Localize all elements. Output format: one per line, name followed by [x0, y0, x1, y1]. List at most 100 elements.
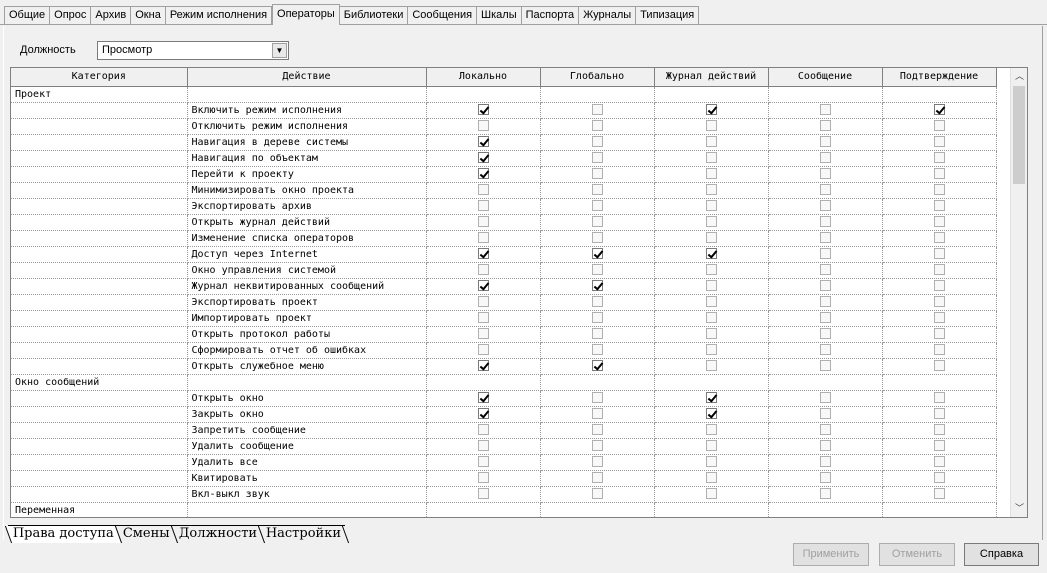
- checkbox-unchecked[interactable]: [477, 424, 489, 436]
- checkbox-unchecked[interactable]: [477, 488, 489, 500]
- checkbox-unchecked[interactable]: [933, 328, 945, 340]
- checkbox-unchecked[interactable]: [705, 312, 717, 324]
- checkbox-unchecked[interactable]: [933, 216, 945, 228]
- tab-4[interactable]: Режим исполнения: [165, 6, 273, 24]
- checkbox-unchecked[interactable]: [705, 120, 717, 132]
- bottom-tab-3[interactable]: Настройки: [257, 526, 350, 543]
- checkbox-unchecked[interactable]: [933, 184, 945, 196]
- checkbox-unchecked[interactable]: [477, 344, 489, 356]
- checkbox-unchecked[interactable]: [933, 168, 945, 180]
- tab-11[interactable]: Типизация: [636, 6, 700, 24]
- arrow-down-icon[interactable]: ﹀: [1011, 500, 1027, 517]
- checkbox-unchecked[interactable]: [933, 424, 945, 436]
- checkbox-unchecked[interactable]: [819, 408, 831, 420]
- tab-9[interactable]: Паспорта: [521, 6, 580, 24]
- help-button[interactable]: Справка: [964, 543, 1039, 566]
- checkbox-unchecked[interactable]: [591, 120, 603, 132]
- checkbox-unchecked[interactable]: [933, 232, 945, 244]
- checkbox-unchecked[interactable]: [591, 440, 603, 452]
- tab-0[interactable]: Общие: [4, 6, 51, 24]
- checkbox-unchecked[interactable]: [933, 456, 945, 468]
- checkbox-unchecked[interactable]: [819, 184, 831, 196]
- column-header[interactable]: Действие: [187, 68, 427, 87]
- checkbox-unchecked[interactable]: [705, 488, 717, 500]
- checkbox-unchecked[interactable]: [477, 312, 489, 324]
- checkbox-unchecked[interactable]: [705, 264, 717, 276]
- checkbox-unchecked[interactable]: [591, 392, 603, 404]
- checkbox-unchecked[interactable]: [819, 232, 831, 244]
- checkbox-unchecked[interactable]: [705, 456, 717, 468]
- checkbox-unchecked[interactable]: [591, 456, 603, 468]
- checkbox-unchecked[interactable]: [477, 184, 489, 196]
- checkbox-unchecked[interactable]: [819, 216, 831, 228]
- checkbox-unchecked[interactable]: [705, 424, 717, 436]
- checkbox-unchecked[interactable]: [819, 152, 831, 164]
- checkbox-checked[interactable]: [705, 104, 717, 116]
- checkbox-checked[interactable]: [705, 408, 717, 420]
- checkbox-unchecked[interactable]: [705, 152, 717, 164]
- chevron-down-icon[interactable]: ▼: [272, 43, 287, 58]
- checkbox-unchecked[interactable]: [819, 104, 831, 116]
- apply-button[interactable]: Применить: [793, 543, 869, 566]
- checkbox-unchecked[interactable]: [933, 152, 945, 164]
- arrow-up-icon[interactable]: ︿: [1011, 68, 1027, 85]
- checkbox-unchecked[interactable]: [819, 200, 831, 212]
- checkbox-unchecked[interactable]: [591, 472, 603, 484]
- role-select[interactable]: Просмотр ▼: [97, 41, 289, 60]
- checkbox-checked[interactable]: [477, 408, 489, 420]
- checkbox-unchecked[interactable]: [591, 328, 603, 340]
- tab-2[interactable]: Архив: [91, 6, 132, 24]
- checkbox-unchecked[interactable]: [933, 344, 945, 356]
- checkbox-unchecked[interactable]: [933, 136, 945, 148]
- tab-1[interactable]: Опрос: [50, 6, 92, 24]
- checkbox-checked[interactable]: [477, 360, 489, 372]
- checkbox-unchecked[interactable]: [819, 360, 831, 372]
- checkbox-checked[interactable]: [591, 248, 603, 260]
- vertical-scrollbar[interactable]: ︿ ﹀: [1010, 68, 1027, 517]
- checkbox-unchecked[interactable]: [705, 344, 717, 356]
- checkbox-unchecked[interactable]: [591, 216, 603, 228]
- column-header[interactable]: Журнал действий: [654, 68, 769, 87]
- checkbox-unchecked[interactable]: [933, 440, 945, 452]
- checkbox-unchecked[interactable]: [591, 104, 603, 116]
- checkbox-unchecked[interactable]: [933, 264, 945, 276]
- checkbox-unchecked[interactable]: [705, 200, 717, 212]
- checkbox-unchecked[interactable]: [819, 472, 831, 484]
- checkbox-unchecked[interactable]: [705, 280, 717, 292]
- checkbox-unchecked[interactable]: [933, 280, 945, 292]
- checkbox-unchecked[interactable]: [933, 392, 945, 404]
- checkbox-unchecked[interactable]: [933, 408, 945, 420]
- tab-10[interactable]: Журналы: [579, 6, 637, 24]
- bottom-tab-0[interactable]: Права доступа: [4, 526, 123, 543]
- checkbox-unchecked[interactable]: [705, 184, 717, 196]
- checkbox-unchecked[interactable]: [933, 360, 945, 372]
- tab-8[interactable]: Шкалы: [477, 6, 522, 24]
- checkbox-unchecked[interactable]: [591, 424, 603, 436]
- checkbox-unchecked[interactable]: [933, 312, 945, 324]
- checkbox-unchecked[interactable]: [933, 472, 945, 484]
- checkbox-unchecked[interactable]: [591, 152, 603, 164]
- tab-7[interactable]: Сообщения: [408, 6, 478, 24]
- checkbox-checked[interactable]: [477, 136, 489, 148]
- checkbox-checked[interactable]: [477, 280, 489, 292]
- checkbox-unchecked[interactable]: [819, 136, 831, 148]
- checkbox-checked[interactable]: [477, 392, 489, 404]
- checkbox-unchecked[interactable]: [819, 312, 831, 324]
- checkbox-unchecked[interactable]: [477, 456, 489, 468]
- checkbox-unchecked[interactable]: [477, 296, 489, 308]
- bottom-tab-2[interactable]: Должности: [170, 526, 266, 543]
- checkbox-unchecked[interactable]: [591, 408, 603, 420]
- checkbox-checked[interactable]: [591, 280, 603, 292]
- checkbox-unchecked[interactable]: [705, 232, 717, 244]
- checkbox-unchecked[interactable]: [933, 296, 945, 308]
- checkbox-unchecked[interactable]: [591, 200, 603, 212]
- column-header[interactable]: Категория: [11, 68, 188, 87]
- checkbox-unchecked[interactable]: [933, 200, 945, 212]
- checkbox-unchecked[interactable]: [705, 136, 717, 148]
- checkbox-unchecked[interactable]: [819, 280, 831, 292]
- tab-3[interactable]: Окна: [131, 6, 166, 24]
- checkbox-unchecked[interactable]: [819, 424, 831, 436]
- checkbox-unchecked[interactable]: [477, 200, 489, 212]
- checkbox-unchecked[interactable]: [819, 488, 831, 500]
- scrollbar-thumb[interactable]: [1013, 86, 1025, 184]
